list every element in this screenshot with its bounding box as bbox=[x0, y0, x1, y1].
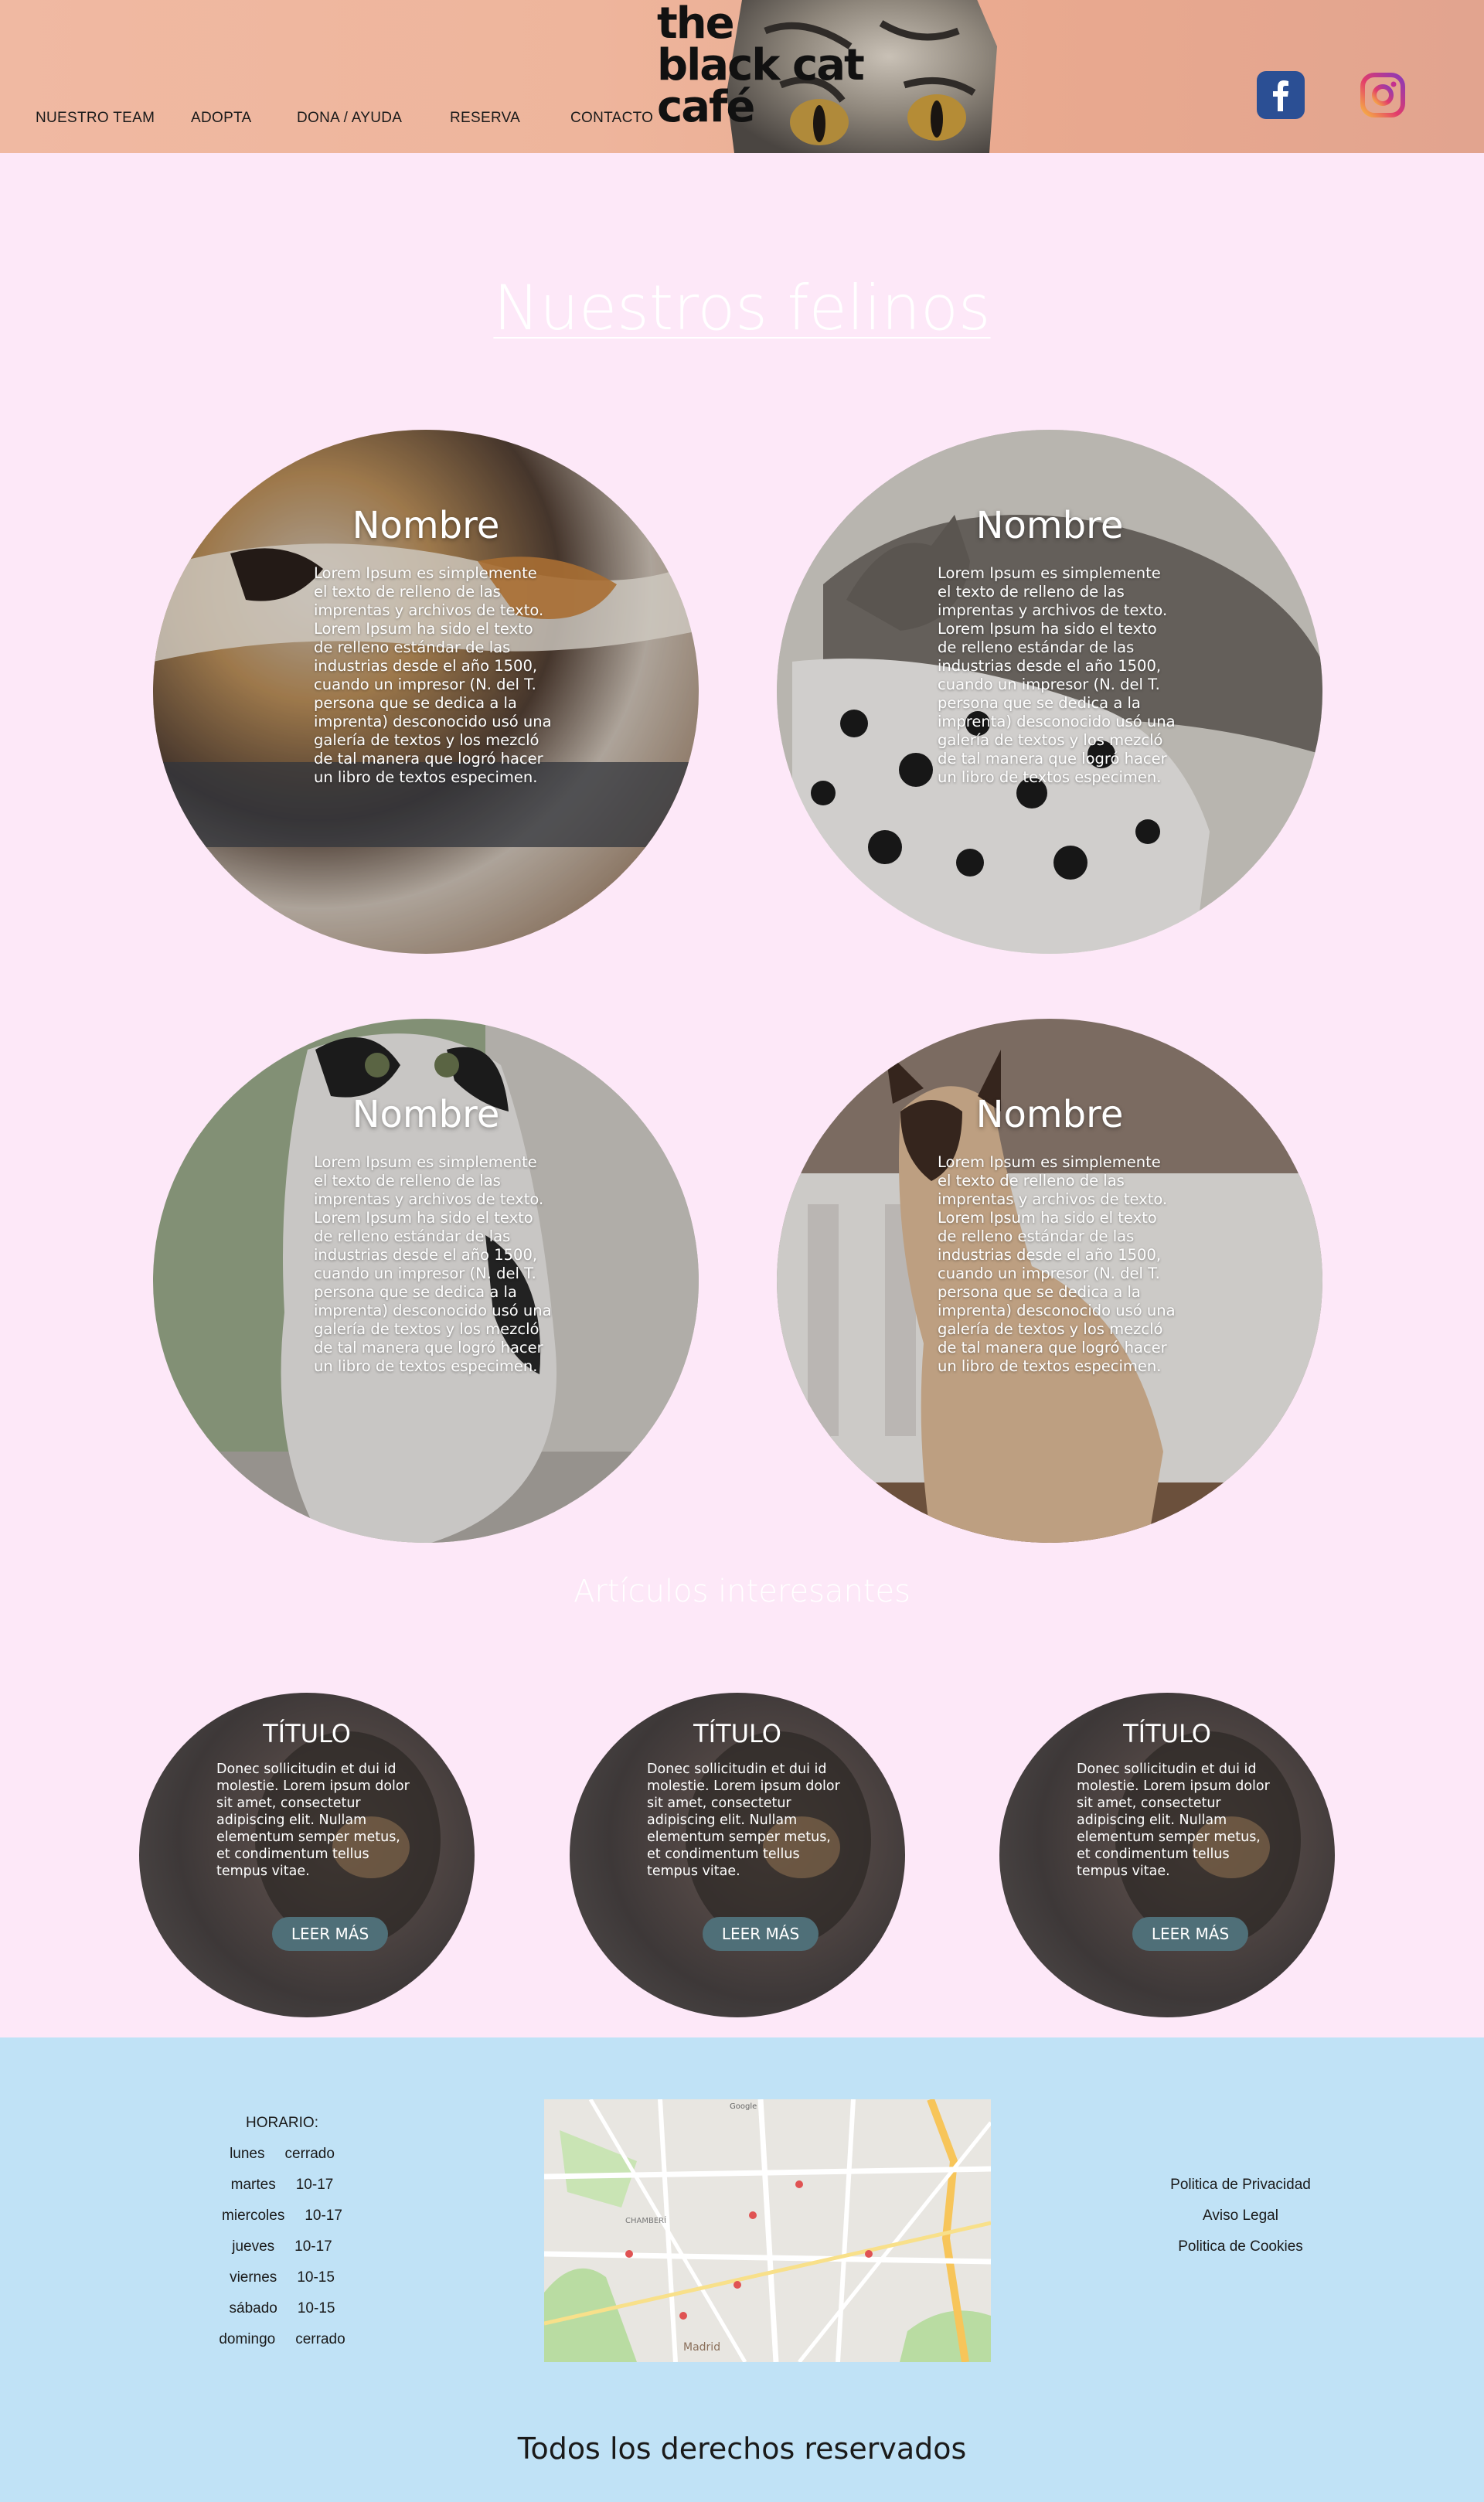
hours-time: cerrado bbox=[295, 2331, 345, 2347]
hours-time: cerrado bbox=[284, 2146, 335, 2162]
link-privacy-policy[interactable]: Politica de Privacidad bbox=[1128, 2177, 1353, 2208]
cat-card[interactable]: Nombre Lorem Ipsum es simplemente el tex… bbox=[777, 430, 1322, 954]
nav-item-contacto[interactable]: CONTACTO bbox=[570, 110, 653, 127]
cat-name: Nombre bbox=[352, 504, 500, 547]
hours-row: sábado 10-15 bbox=[201, 2300, 363, 2331]
legal-links: Politica de Privacidad Aviso Legal Polit… bbox=[1128, 2177, 1353, 2269]
cat-card[interactable]: Nombre Lorem Ipsum es simplemente el tex… bbox=[153, 1019, 699, 1543]
nav-item-nuestro-team[interactable]: NUESTRO TEAM bbox=[36, 110, 155, 127]
logo-line-cafe: café bbox=[657, 82, 755, 132]
hours-time: 10-17 bbox=[305, 2208, 342, 2224]
hours-time: 10-17 bbox=[294, 2238, 332, 2255]
hours-row: domingo cerrado bbox=[201, 2331, 363, 2362]
map-label-chamberi: CHAMBERÍ bbox=[625, 2215, 666, 2225]
instagram-icon[interactable] bbox=[1359, 71, 1407, 119]
cat-description: Lorem Ipsum es simplemente el texto de r… bbox=[314, 1153, 552, 1375]
articles-title: Artículos interesantes bbox=[574, 1574, 910, 1609]
article-card[interactable]: TÍTULO Donec sollicitudin et dui id mole… bbox=[139, 1693, 475, 2017]
copyright-text: Todos los derechos reservados bbox=[517, 2432, 967, 2466]
location-map[interactable]: CHAMBERÍ Madrid Google bbox=[544, 2099, 991, 2362]
hours-row: jueves 10-17 bbox=[201, 2238, 363, 2269]
site-header: NUESTRO TEAM ADOPTA DONA / AYUDA RESERVA… bbox=[0, 0, 1484, 153]
hours-row: martes 10-17 bbox=[201, 2177, 363, 2208]
page-title: Nuestros felinos bbox=[493, 272, 991, 344]
link-cookie-policy[interactable]: Politica de Cookies bbox=[1128, 2238, 1353, 2269]
hours-day: sábado bbox=[229, 2300, 277, 2316]
cat-description: Lorem Ipsum es simplemente el texto de r… bbox=[938, 564, 1176, 786]
map-label-google: Google bbox=[730, 2102, 757, 2111]
read-more-button[interactable]: LEER MÁS bbox=[703, 1917, 819, 1951]
hours-day: viernes bbox=[230, 2269, 277, 2286]
hours-day: lunes bbox=[230, 2146, 265, 2162]
cat-card[interactable]: Nombre Lorem Ipsum es simplemente el tex… bbox=[777, 1019, 1322, 1543]
hours-day: martes bbox=[230, 2177, 276, 2193]
hours-time: 10-15 bbox=[297, 2300, 335, 2316]
article-card[interactable]: TÍTULO Donec sollicitudin et dui id mole… bbox=[999, 1693, 1335, 2017]
nav-item-reserva[interactable]: RESERVA bbox=[450, 110, 520, 127]
nav-item-dona-ayuda[interactable]: DONA / AYUDA bbox=[297, 110, 402, 127]
facebook-icon[interactable] bbox=[1257, 71, 1305, 119]
read-more-button[interactable]: LEER MÁS bbox=[272, 1917, 388, 1951]
cat-description: Lorem Ipsum es simplemente el texto de r… bbox=[938, 1153, 1176, 1375]
hours-day: miercoles bbox=[222, 2208, 285, 2224]
article-title: TÍTULO bbox=[693, 1719, 781, 1748]
map-label-madrid: Madrid bbox=[683, 2341, 720, 2354]
logo-line-the: the bbox=[657, 0, 735, 49]
site-logo[interactable]: the black cat café bbox=[657, 0, 865, 132]
cat-description: Lorem Ipsum es simplemente el texto de r… bbox=[314, 564, 552, 786]
hours-row: miercoles 10-17 bbox=[201, 2208, 363, 2238]
link-legal-notice[interactable]: Aviso Legal bbox=[1128, 2208, 1353, 2238]
cat-name: Nombre bbox=[352, 1093, 500, 1136]
article-title: TÍTULO bbox=[1123, 1719, 1211, 1748]
hours-day: domingo bbox=[219, 2331, 276, 2347]
nav-item-adopta[interactable]: ADOPTA bbox=[191, 110, 252, 127]
article-title: TÍTULO bbox=[263, 1719, 351, 1748]
opening-hours: HORARIO: lunes cerrado martes 10-17 mierco… bbox=[201, 2115, 363, 2362]
article-description: Donec sollicitudin et dui id molestie. L… bbox=[216, 1762, 410, 1879]
hours-time: 10-15 bbox=[297, 2269, 335, 2286]
hours-row: viernes 10-15 bbox=[201, 2269, 363, 2300]
article-description: Donec sollicitudin et dui id molestie. L… bbox=[647, 1762, 840, 1879]
cat-name: Nombre bbox=[975, 504, 1124, 547]
hours-title: HORARIO: bbox=[246, 2115, 318, 2131]
cat-name: Nombre bbox=[975, 1093, 1124, 1136]
hours-row: lunes cerrado bbox=[201, 2146, 363, 2177]
hours-day: jueves bbox=[232, 2238, 275, 2255]
article-description: Donec sollicitudin et dui id molestie. L… bbox=[1077, 1762, 1270, 1879]
logo-line-black-cat: black cat bbox=[657, 40, 865, 90]
read-more-button[interactable]: LEER MÁS bbox=[1132, 1917, 1248, 1951]
hours-time: 10-17 bbox=[295, 2177, 334, 2193]
article-card[interactable]: TÍTULO Donec sollicitudin et dui id mole… bbox=[570, 1693, 905, 2017]
cat-card[interactable]: Nombre Lorem Ipsum es simplemente el tex… bbox=[153, 430, 699, 954]
